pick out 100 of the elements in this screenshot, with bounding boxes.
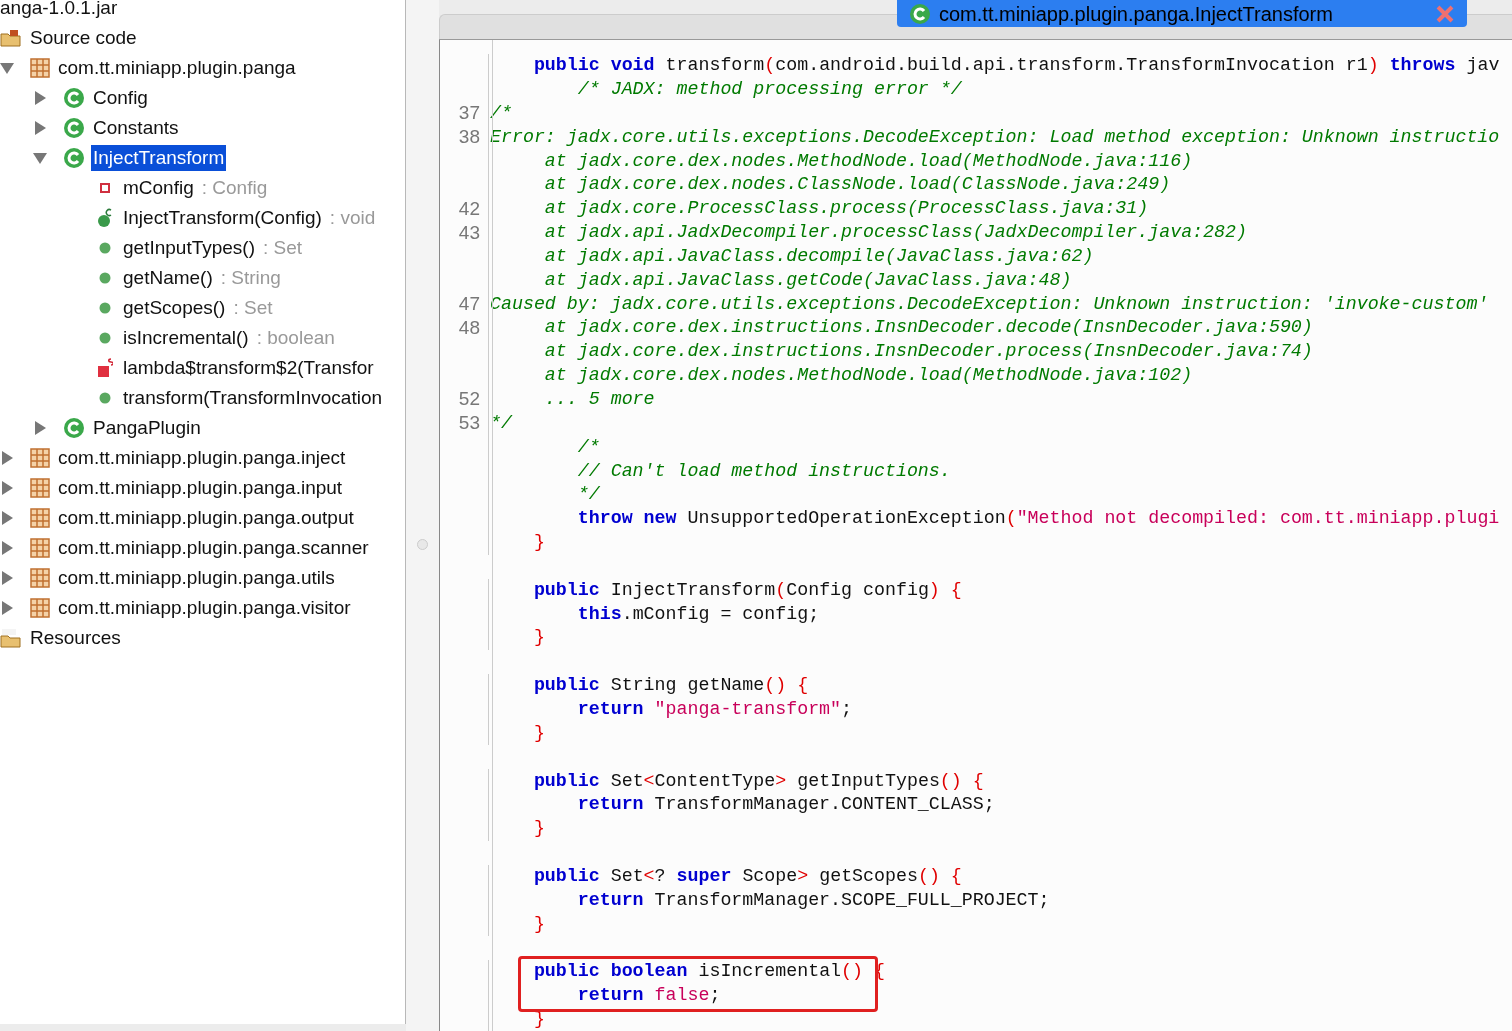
collapse-arrow-icon[interactable] (33, 151, 47, 165)
code-line: throw new UnsupportedOperationException("Method not decompiled: com.tt.miniapp.plugi (576, 507, 1500, 531)
tree-item[interactable]: com.tt.miniapp.plugin.panga.visitor (56, 595, 353, 621)
tree-item[interactable]: Source code (28, 25, 139, 51)
package-icon (30, 58, 50, 78)
line-number: 52 (457, 387, 481, 412)
editor-tab[interactable]: com.tt.miniapp.plugin.panga.InjectTransform (897, 0, 1467, 27)
tree-item[interactable]: lambda$transform$2(Transfor (121, 355, 376, 381)
tree-item[interactable]: InjectTransform(Config) (121, 205, 324, 231)
package-icon (30, 598, 50, 618)
code-line: } (532, 626, 545, 650)
source-folder-icon (0, 29, 22, 47)
tree-item[interactable]: isIncremental() (121, 325, 251, 351)
tree-item[interactable]: getInputTypes() (121, 235, 258, 261)
line-number: 38 (457, 125, 481, 150)
code-line: at jadx.api.JavaClass.decompile(JavaClass.java:62) (543, 244, 1094, 268)
code-line: at jadx.core.dex.instructions.InsnDecoder.process(InsnDecoder.java:74) (543, 340, 1313, 364)
line-number: 37 (457, 101, 481, 126)
code-line: return TransformManager.SCOPE_FULL_PROJECT; (576, 888, 1050, 912)
tree-item[interactable]: Constants (91, 115, 181, 141)
splitter-handle[interactable] (417, 539, 428, 550)
class-icon (63, 87, 85, 109)
tree-item[interactable]: com.tt.miniapp.plugin.panga (56, 55, 298, 81)
constructor-icon (97, 208, 113, 228)
collapse-arrow-icon[interactable] (0, 61, 14, 75)
expand-arrow-icon[interactable] (0, 601, 14, 615)
package-icon (30, 448, 50, 468)
code-line: } (532, 531, 545, 555)
code-line: at jadx.core.dex.nodes.ClassNode.load(ClassNode.java:249) (543, 173, 1171, 197)
line-number: 47 (457, 292, 481, 317)
line-number: 53 (457, 411, 481, 436)
line-number: 43 (457, 220, 481, 245)
tree-item[interactable]: com.tt.miniapp.plugin.panga.utils (56, 565, 337, 591)
code-line: ... 5 more (543, 388, 655, 411)
return-type: : Set (233, 295, 273, 320)
method-icon (99, 332, 111, 344)
expand-arrow-icon[interactable] (0, 451, 14, 465)
class-icon (63, 147, 85, 169)
static-method-icon (97, 358, 113, 378)
expand-arrow-icon[interactable] (33, 421, 47, 435)
code-line: public InjectTransform(Config config) { (532, 578, 962, 602)
package-icon (30, 478, 50, 498)
package-icon (30, 568, 50, 588)
tree-item[interactable]: Config (91, 85, 150, 111)
tree-item[interactable]: com.tt.miniapp.plugin.panga.input (56, 475, 345, 501)
code-line: } (532, 721, 545, 745)
code-line: public Set<ContentType> getInputTypes() { (532, 769, 984, 793)
method-icon (99, 242, 111, 254)
return-type: : Config (201, 175, 268, 200)
tree-item[interactable]: com.tt.miniapp.plugin.panga.output (56, 505, 356, 531)
code-line: at jadx.api.JadxDecompiler.processClass(JadxDecompiler.java:282) (543, 221, 1247, 245)
tree-item[interactable]: getName() (121, 265, 215, 291)
code-line: */ (576, 483, 600, 507)
expand-arrow-icon[interactable] (0, 511, 14, 525)
tree-item[interactable]: com.tt.miniapp.plugin.panga.scanner (56, 535, 371, 561)
line-number: 42 (457, 196, 481, 221)
code-line: at jadx.core.ProcessClass.process(ProcessClass.java:31) (543, 197, 1149, 221)
tree-item[interactable]: PangaPlugin (91, 415, 203, 441)
class-icon (63, 117, 85, 139)
tree-item[interactable]: transform(TransformInvocation (121, 385, 385, 411)
tree-item[interactable]: com.tt.miniapp.plugin.panga.inject (56, 445, 348, 471)
expand-arrow-icon[interactable] (0, 481, 14, 495)
line-number: 48 (457, 315, 481, 340)
package-icon (30, 508, 50, 528)
return-type: : Set (263, 235, 303, 260)
code-line: at jadx.core.dex.nodes.MethodNode.load(MethodNode.java:116) (543, 149, 1193, 173)
tree-item[interactable]: Resources (28, 625, 123, 651)
code-line: } (532, 912, 545, 936)
method-icon (99, 392, 111, 404)
tree-item[interactable]: mConfig (121, 175, 196, 201)
code-line: */ (490, 411, 512, 435)
field-icon (100, 183, 110, 193)
code-line: public void transform(com.android.build.api.transform.TransformInvocation r1) throws jav (532, 54, 1500, 78)
code-line: at jadx.core.dex.instructions.InsnDecoder.decode(InsnDecoder.java:590) (543, 316, 1313, 340)
expand-arrow-icon[interactable] (0, 571, 14, 585)
tree-item[interactable]: getScopes() (121, 295, 228, 321)
code-line: Caused by: jadx.core.utils.exceptions.DecodeException: Unknown instruction: 'invoke-custom' (490, 292, 1489, 316)
expand-arrow-icon[interactable] (0, 541, 14, 555)
code-line: /* (576, 435, 600, 459)
code-line: public Set<? super Scope> getScopes() { (532, 864, 962, 888)
method-icon (99, 272, 111, 284)
tree-item[interactable]: anga-1.0.1.jar (0, 0, 120, 21)
code-line: return "panga-transform"; (576, 698, 853, 721)
code-line: this.mConfig = config; (576, 602, 820, 626)
code-line: public String getName() { (532, 674, 809, 698)
package-icon (30, 538, 50, 558)
code-line: // Can't load method instructions. (576, 459, 951, 483)
class-icon (63, 417, 85, 439)
code-line: /* JADX: method processing error */ (576, 78, 962, 102)
method-icon (99, 302, 111, 314)
code-line: return false; (576, 984, 721, 1008)
return-type: : void (329, 205, 376, 230)
code-line: at jadx.api.JavaClass.getCode(JavaClass.java:48) (543, 268, 1072, 292)
code-line: } (532, 817, 545, 841)
code-line: return TransformManager.CONTENT_CLASS; (576, 793, 995, 817)
expand-arrow-icon[interactable] (33, 121, 47, 135)
class-icon (909, 2, 931, 25)
tree-item[interactable]: InjectTransform (91, 145, 227, 171)
return-type: : boolean (256, 325, 335, 350)
expand-arrow-icon[interactable] (33, 91, 47, 105)
